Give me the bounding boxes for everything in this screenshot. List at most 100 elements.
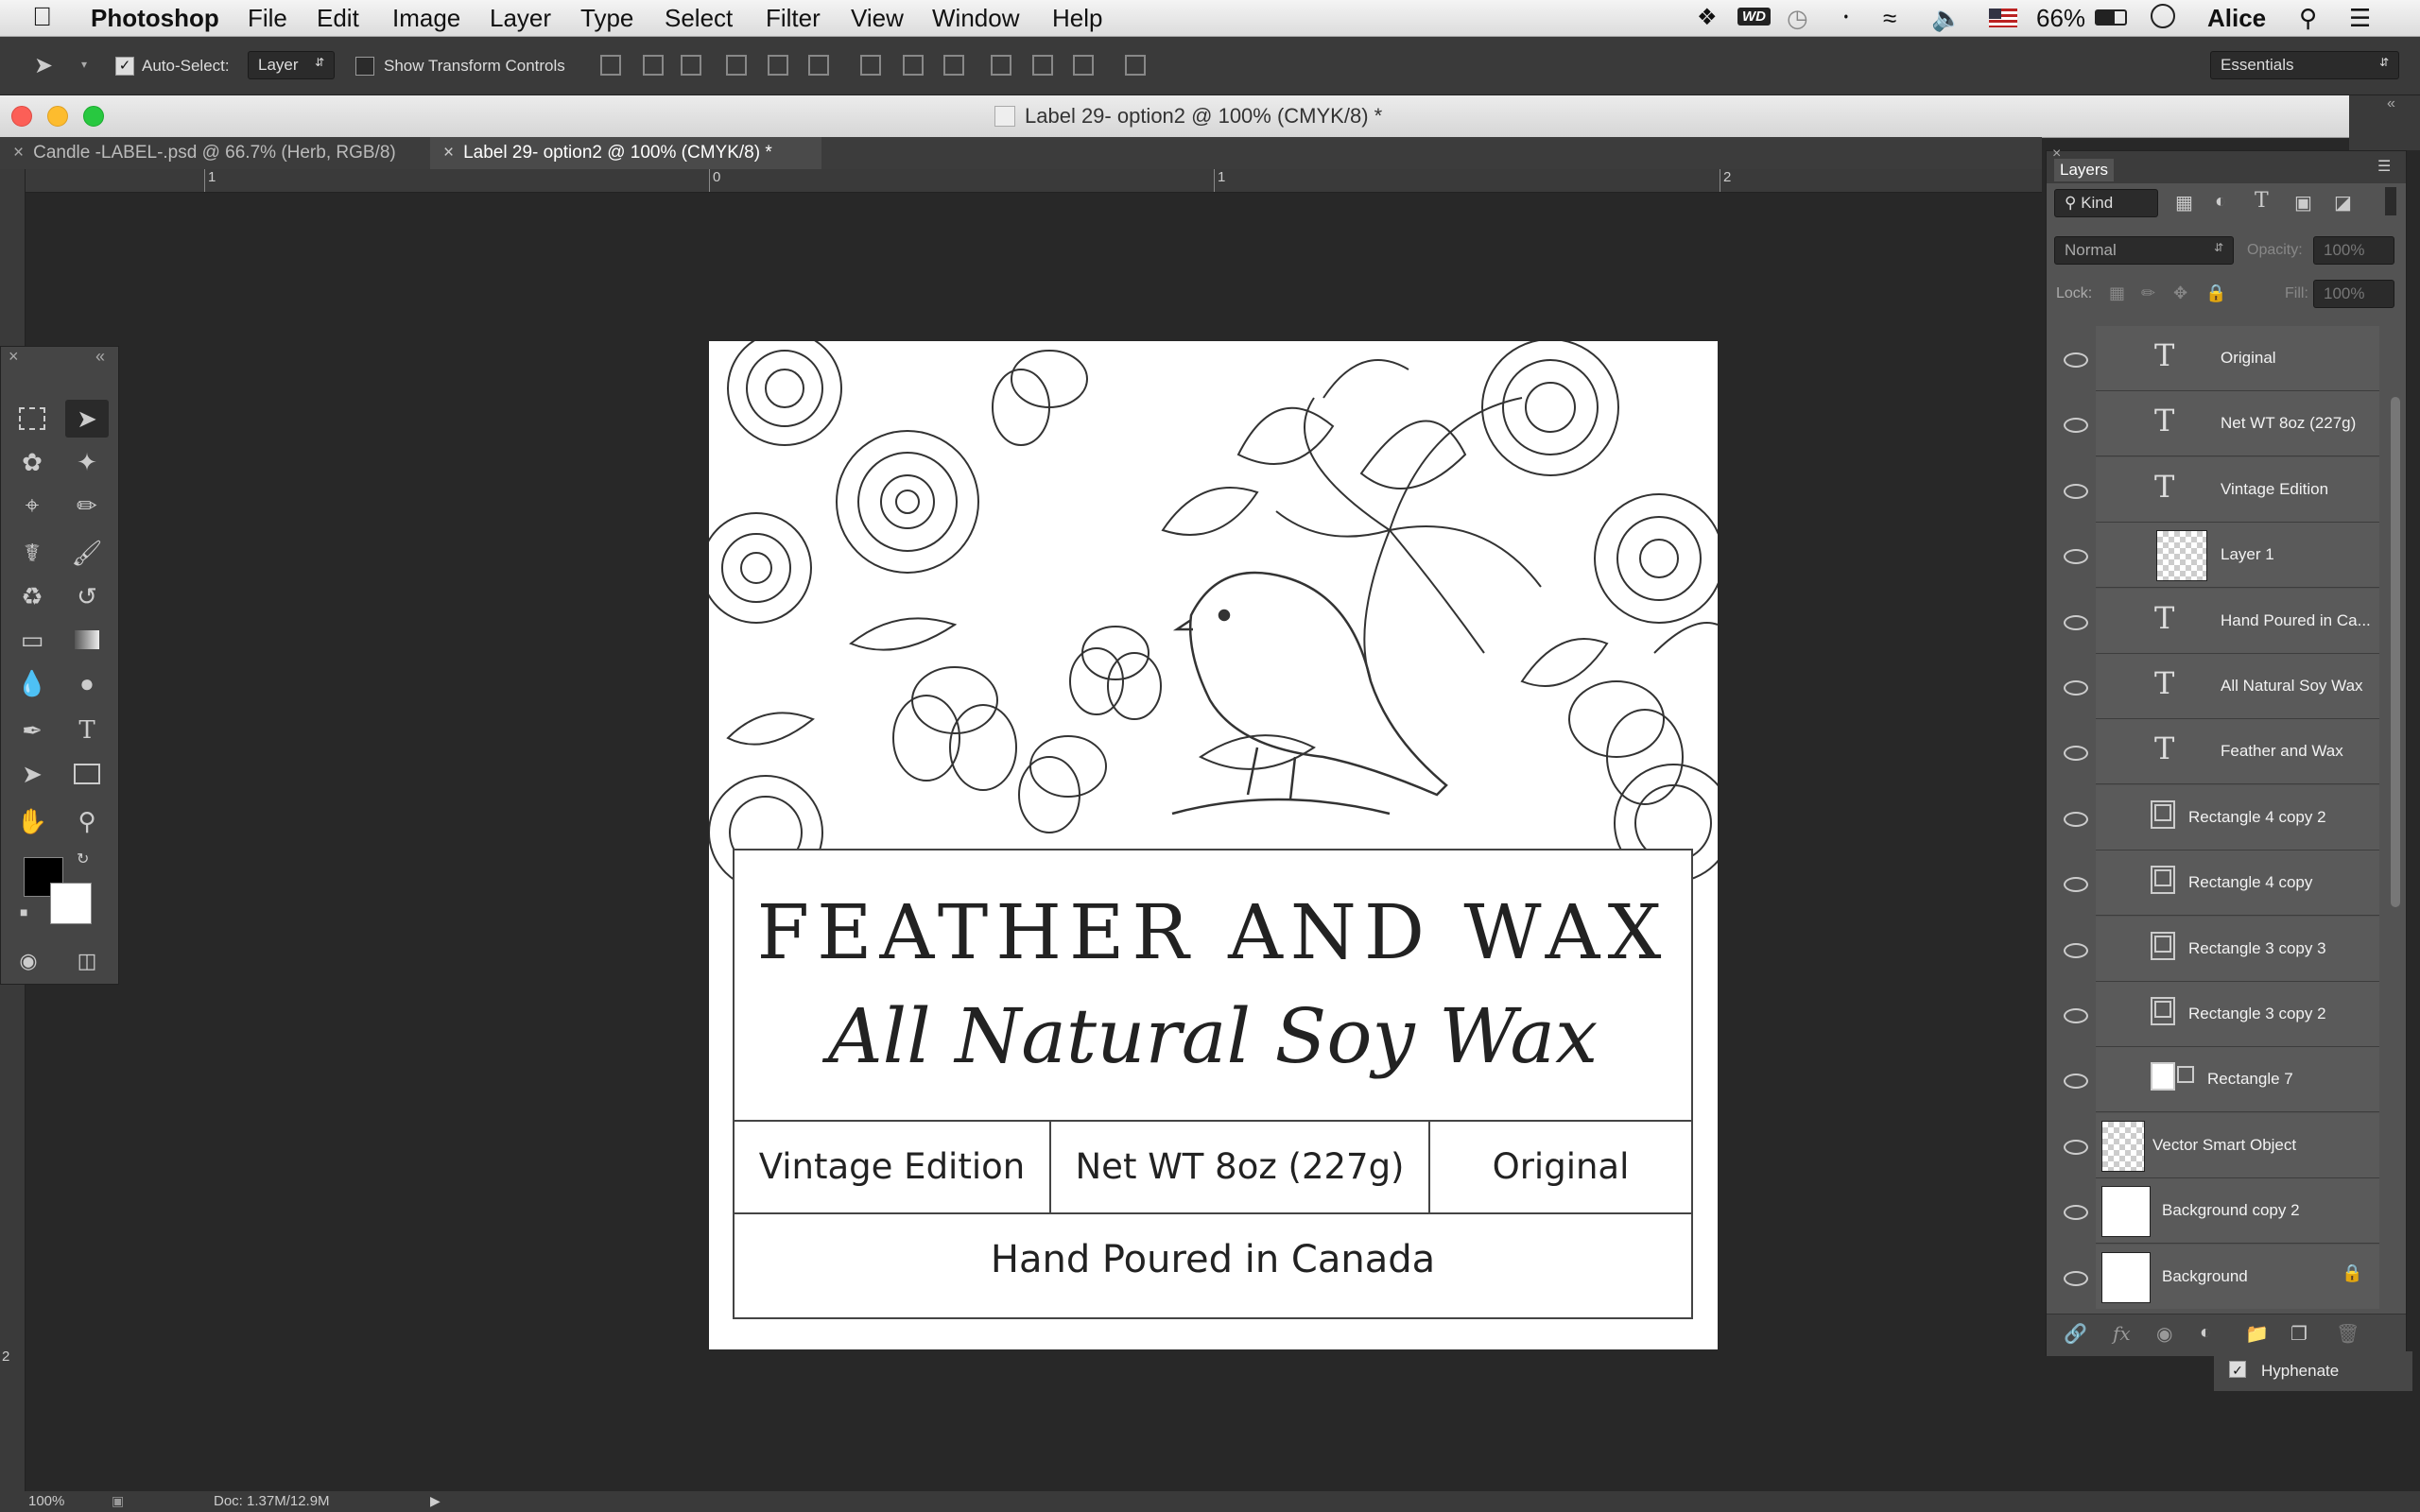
wifi-icon[interactable]: ≈ (1883, 4, 1896, 33)
pen-tool-icon[interactable]: ✒ (10, 712, 54, 749)
layer-row[interactable]: Rectangle 4 copy (2096, 850, 2379, 916)
align-top-icon[interactable] (600, 55, 621, 76)
type-tool-icon[interactable]: T (65, 712, 109, 749)
default-colors-icon[interactable]: ■ (20, 904, 27, 919)
layers-tab[interactable]: Layers (2054, 159, 2115, 181)
visibility-eye-icon[interactable] (2064, 680, 2088, 696)
layers-scrollbar[interactable] (2391, 397, 2400, 907)
visibility-eye-icon[interactable] (2064, 1008, 2088, 1023)
wd-icon[interactable]: WD (1737, 8, 1771, 26)
filter-pixel-icon[interactable]: ▦ (2175, 191, 2193, 215)
dropbox-icon[interactable]: ❖ (1697, 4, 1718, 31)
magic-wand-tool-icon[interactable]: ✦ (65, 443, 109, 481)
spotlight-search-icon[interactable]: ⚲ (2299, 4, 2317, 33)
hand-tool-icon[interactable]: ✋ (10, 802, 54, 840)
lock-all-icon[interactable]: 🔒 (2205, 284, 2226, 303)
visibility-eye-icon[interactable] (2064, 877, 2088, 892)
swap-colors-icon[interactable]: ↻ (77, 850, 89, 868)
healing-brush-tool-icon[interactable]: ☤ (10, 534, 54, 572)
zoom-level[interactable]: 100% (28, 1493, 64, 1509)
power-icon[interactable] (2151, 4, 2175, 28)
net-weight-text[interactable]: Net WT 8oz (227g) (1051, 1122, 1428, 1212)
distribute-top-icon[interactable] (860, 55, 881, 76)
auto-select-dropdown[interactable]: Layer ⇵ (248, 51, 335, 79)
filter-adjustment-icon[interactable]: ◐ (2215, 191, 2226, 213)
menu-type[interactable]: Type (580, 4, 633, 33)
new-layer-icon[interactable]: ❐ (2290, 1322, 2308, 1346)
layer-row[interactable]: T Original (2096, 326, 2379, 391)
menu-image[interactable]: Image (392, 4, 460, 33)
brush-tool-icon[interactable]: 🖌 (65, 534, 109, 572)
eraser-tool-icon[interactable]: ▭ (10, 621, 54, 659)
lasso-tool-icon[interactable]: ✿ (10, 443, 54, 481)
close-panel-icon[interactable]: × (9, 347, 19, 367)
add-mask-icon[interactable]: ◉ (2156, 1322, 2172, 1346)
menu-file[interactable]: File (248, 4, 287, 33)
lock-pixels-icon[interactable]: ✏ (2141, 284, 2155, 303)
menu-filter[interactable]: Filter (766, 4, 821, 33)
visibility-eye-icon[interactable] (2064, 615, 2088, 630)
lock-transparent-icon[interactable]: ▦ (2109, 284, 2125, 303)
blend-mode-dropdown[interactable]: Normal ⇵ (2054, 236, 2234, 265)
layer-row[interactable]: T All Natural Soy Wax (2096, 654, 2379, 719)
bluetooth-icon[interactable]: ᛫ (1839, 4, 1854, 33)
visibility-eye-icon[interactable] (2064, 812, 2088, 827)
collapse-panel-icon[interactable]: « (95, 347, 105, 367)
brand-title[interactable]: FEATHER AND WAX (735, 888, 1691, 976)
lock-position-icon[interactable]: ✥ (2173, 284, 2187, 303)
visibility-eye-icon[interactable] (2064, 1205, 2088, 1220)
visibility-eye-icon[interactable] (2064, 549, 2088, 564)
tagline-script[interactable]: All Natural Soy Wax (735, 992, 1691, 1080)
rectangle-tool-icon[interactable] (65, 755, 109, 793)
user-name[interactable]: Alice (2207, 4, 2266, 33)
auto-align-icon[interactable] (1125, 55, 1146, 76)
menu-help[interactable]: Help (1052, 4, 1102, 33)
blur-tool-icon[interactable]: 💧 (10, 664, 54, 702)
tab-candle-label[interactable]: × Candle -LABEL-.psd @ 66.7% (Herb, RGB/8… (0, 137, 434, 169)
layer-row[interactable]: Layer 1 (2096, 523, 2379, 588)
clone-stamp-tool-icon[interactable]: ♻ (10, 577, 54, 615)
hyphenate-checkbox[interactable]: ✓ (2229, 1361, 2246, 1378)
status-icon[interactable]: ▣ (112, 1493, 124, 1509)
visibility-eye-icon[interactable] (2064, 1271, 2088, 1286)
distribute-vcenter-icon[interactable] (903, 55, 924, 76)
menu-view[interactable]: View (851, 4, 904, 33)
quick-mask-icon[interactable]: ◉ (7, 942, 50, 980)
visibility-eye-icon[interactable] (2064, 1074, 2088, 1089)
layer-row[interactable]: T Feather and Wax (2096, 719, 2379, 784)
layer-row[interactable]: Rectangle 4 copy 2 (2096, 785, 2379, 850)
crop-tool-icon[interactable]: ⌖ (10, 487, 54, 524)
distribute-left-icon[interactable] (991, 55, 1011, 76)
us-flag-icon[interactable] (1989, 9, 2017, 27)
distribute-bottom-icon[interactable] (943, 55, 964, 76)
menu-edit[interactable]: Edit (317, 4, 359, 33)
visibility-eye-icon[interactable] (2064, 746, 2088, 761)
menu-select[interactable]: Select (665, 4, 733, 33)
show-transform-checkbox[interactable] (355, 56, 374, 76)
app-menu[interactable]: Photoshop (91, 4, 219, 33)
hand-poured-text[interactable]: Hand Poured in Canada (735, 1212, 1691, 1319)
eyedropper-tool-icon[interactable]: ✏ (65, 487, 109, 524)
zoom-window-button[interactable] (83, 106, 104, 127)
distribute-hcenter-icon[interactable] (1032, 55, 1053, 76)
delete-layer-trash-icon[interactable]: 🗑 (2336, 1322, 2360, 1346)
collapse-panels-icon[interactable]: « (2387, 95, 2395, 112)
apple-icon[interactable]:  (32, 2, 52, 32)
filter-kind-dropdown[interactable]: ⚲ Kind (2054, 189, 2158, 217)
filter-shape-icon[interactable]: ▣ (2294, 191, 2312, 215)
status-menu-arrow-icon[interactable]: ▶ (430, 1493, 441, 1509)
filter-toggle-switch[interactable] (2385, 187, 2396, 215)
original-text[interactable]: Original (1430, 1122, 1691, 1212)
layer-row[interactable]: T Hand Poured in Ca... (2096, 589, 2379, 654)
time-machine-icon[interactable]: ◷ (1787, 4, 1808, 33)
link-layers-icon[interactable]: 🔗 (2064, 1322, 2087, 1346)
distribute-right-icon[interactable] (1073, 55, 1094, 76)
align-bottom-icon[interactable] (681, 55, 701, 76)
move-tool-icon[interactable]: ➤ (65, 400, 109, 438)
visibility-eye-icon[interactable] (2064, 1140, 2088, 1155)
label-text-panel[interactable]: FEATHER AND WAX All Natural Soy Wax Vint… (733, 849, 1693, 1319)
zoom-tool-icon[interactable]: ⚲ (65, 802, 109, 840)
battery-percent[interactable]: 66% (2036, 4, 2085, 33)
battery-icon[interactable] (2095, 9, 2127, 26)
new-group-folder-icon[interactable]: 📁 (2245, 1322, 2269, 1346)
